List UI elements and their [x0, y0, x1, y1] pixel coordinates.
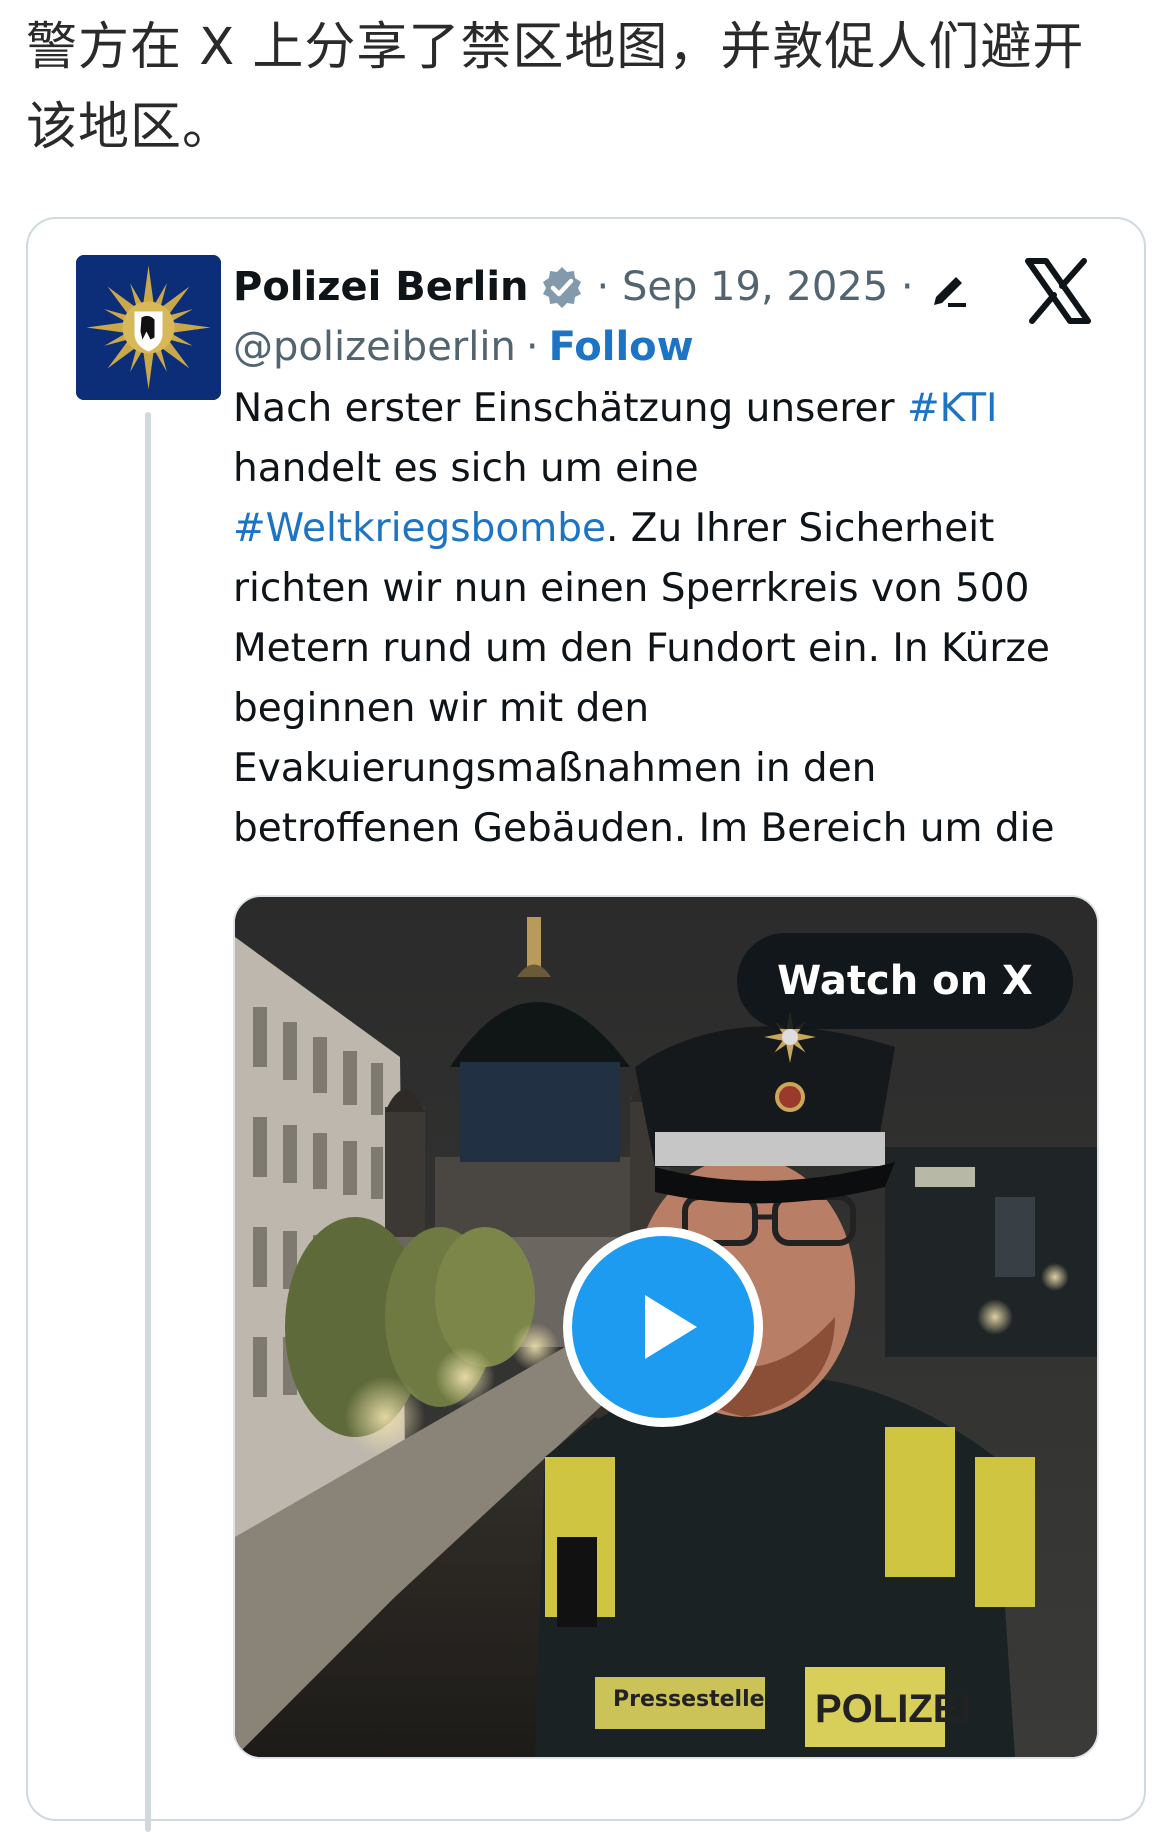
vest-label: Pressestelle: [613, 1687, 765, 1712]
handle-row: @polizeiberlin · Follow: [233, 319, 694, 375]
avatar[interactable]: [76, 255, 221, 400]
intro-text: 警方在 X 上分享了禁区地图，并敦促人们避开该地区。: [26, 18, 1085, 157]
tweet-text-line: beginnen wir mit den: [233, 686, 650, 731]
tweet-text-line: #Weltkriegsbombe. Zu Ihrer Sicherheit: [233, 499, 1113, 559]
tweet-text-line: Nach erster Einschätzung unserer #KTI: [233, 379, 1113, 439]
play-icon: [645, 1295, 697, 1359]
display-name[interactable]: Polizei Berlin: [233, 264, 529, 310]
separator-dot: ·: [525, 324, 539, 370]
handle[interactable]: @polizeiberlin: [233, 324, 516, 370]
verified-badge-icon: [539, 264, 585, 310]
tweet-text: Nach erster Einschätzung unserer #KTI ha…: [233, 379, 1113, 859]
tweet-text-line: betroffenen Gebäuden. Im Bereich um die: [233, 806, 1055, 851]
x-logo-icon[interactable]: [1024, 257, 1092, 325]
hashtag-kti[interactable]: #KTI: [907, 386, 998, 431]
tweet-text-line: Evakuierungsmaßnahmen in den: [233, 746, 877, 791]
embedded-tweet-card[interactable]: Polizei Berlin · Sep 19, 2025 · @polizei…: [26, 217, 1146, 1832]
watch-on-x-button[interactable]: Watch on X: [737, 933, 1073, 1029]
edit-icon: [928, 265, 972, 309]
play-button[interactable]: [563, 1227, 763, 1427]
police-star-logo-icon: [76, 255, 221, 400]
tweet-date[interactable]: · Sep 19, 2025 ·: [597, 264, 914, 310]
video-thumbnail[interactable]: Pressestelle POLIZEI Watch on X: [233, 895, 1099, 1759]
tweet-text-line: handelt es sich um eine: [233, 446, 699, 491]
follow-button[interactable]: Follow: [549, 324, 694, 370]
thread-line: [145, 412, 151, 1832]
hashtag-weltkriegsbombe[interactable]: #Weltkriegsbombe: [233, 506, 606, 551]
text-segment: . Zu Ihrer Sicherheit: [605, 506, 995, 551]
tweet-header: Polizei Berlin · Sep 19, 2025 ·: [233, 259, 972, 315]
police-badge-text: POLIZEI: [815, 1687, 971, 1731]
tweet-text-line: Metern rund um den Fundort ein. In Kürze: [233, 626, 1050, 671]
tweet-text-line: richten wir nun einen Sperrkreis von 500: [233, 566, 1030, 611]
text-segment: Nach erster Einschätzung unserer: [233, 386, 907, 431]
